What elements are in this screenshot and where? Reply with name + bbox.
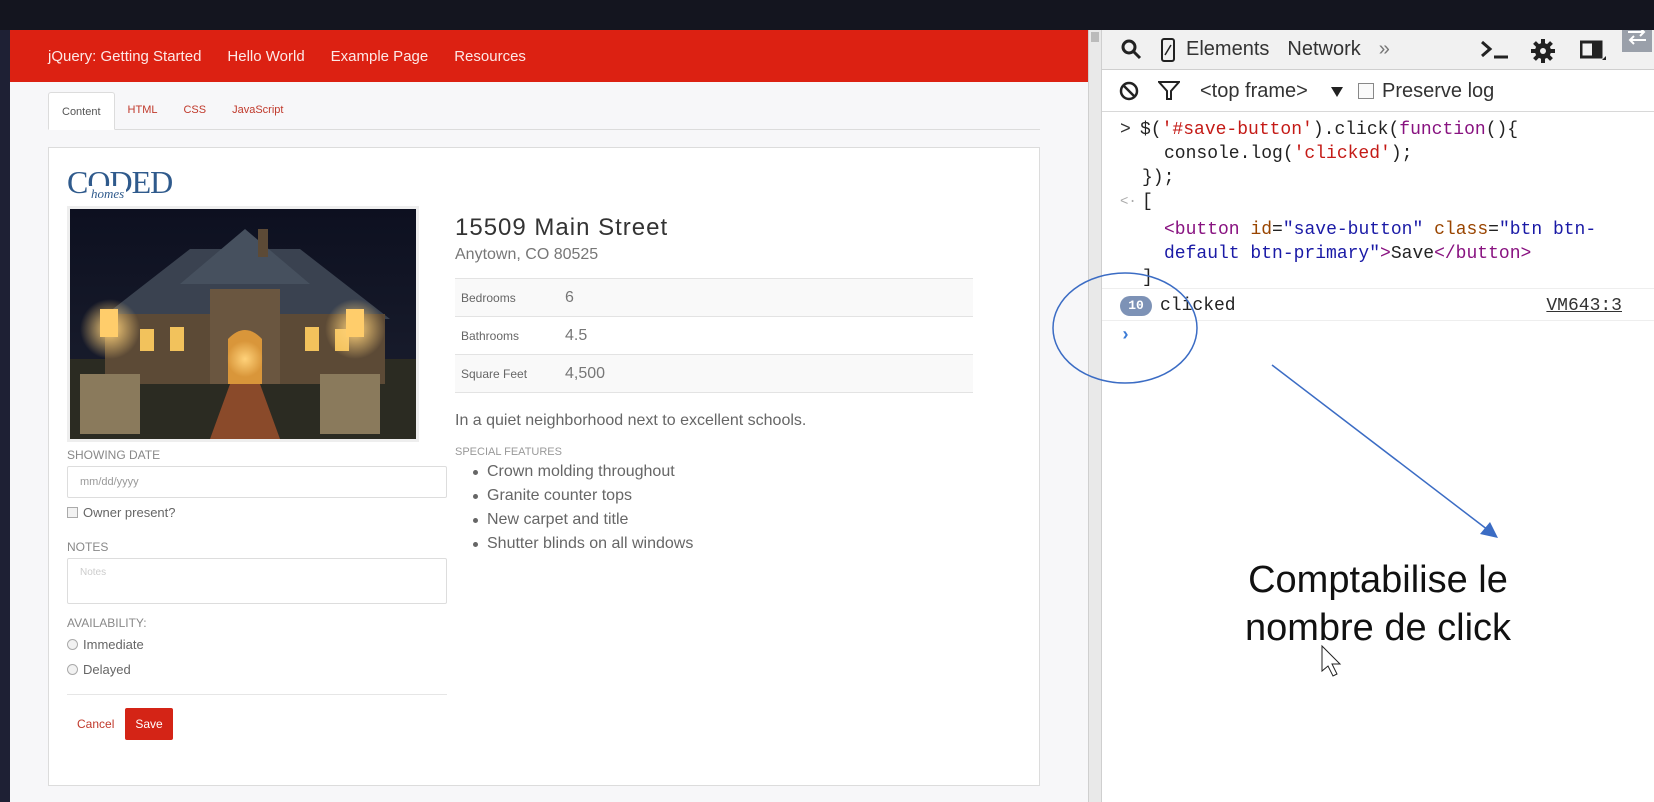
more-tabs-icon[interactable]: » — [1379, 38, 1390, 61]
devtools-toolbar: Elements Network » — [1102, 30, 1654, 70]
console-row-divider — [1102, 320, 1654, 321]
console-drawer-icon[interactable] — [1480, 40, 1510, 60]
content-tabs: Content HTML CSS JavaScript — [48, 92, 1040, 130]
owner-present-label: Owner present? — [83, 505, 176, 520]
notes-label: NOTES — [67, 540, 109, 554]
availability-immediate-radio[interactable]: Immediate — [67, 637, 144, 652]
search-icon[interactable] — [1120, 38, 1142, 60]
coded-homes-logo: CODED homes — [67, 164, 173, 202]
tab-network[interactable]: Network — [1287, 38, 1360, 61]
annotation-caption-line-2: nombre de click — [1244, 607, 1512, 649]
result-open-bracket: [ — [1142, 192, 1153, 212]
console-row-divider — [1102, 288, 1654, 289]
scrollbar-thumb[interactable] — [1091, 32, 1099, 42]
tab-css[interactable]: CSS — [170, 91, 219, 129]
nav-brand-link[interactable]: jQuery: Getting Started — [48, 48, 201, 65]
clear-console-icon[interactable] — [1118, 80, 1140, 102]
owner-present-checkbox[interactable]: Owner present? — [67, 505, 176, 520]
house-photo — [67, 206, 419, 442]
list-item: Granite counter tops — [473, 484, 693, 508]
notes-placeholder: Notes — [80, 567, 107, 578]
street-address: 15509 Main Street — [455, 214, 669, 241]
spec-key: Bedrooms — [461, 290, 516, 305]
spec-value: 4.5 — [565, 326, 588, 344]
annotation-caption-line-1: Comptabilise le — [1248, 559, 1508, 601]
filter-icon[interactable] — [1158, 81, 1180, 101]
notes-textarea[interactable]: Notes — [67, 558, 447, 604]
logo-subtext: homes — [89, 186, 127, 202]
result-arrow-icon: <· — [1120, 194, 1137, 210]
radio-circle[interactable] — [67, 639, 78, 650]
availability-label: AVAILABILITY: — [67, 616, 147, 630]
console-code-line-2: console.log('clicked'); — [1164, 144, 1413, 164]
city-state-zip: Anytown, CO 80525 — [455, 246, 599, 263]
specs-table: Bedrooms 6 Bathrooms 4.5 Square Feet 4,5… — [455, 278, 973, 393]
dock-side-icon[interactable] — [1580, 40, 1606, 62]
special-features-list: Crown molding throughout Granite counter… — [473, 460, 693, 556]
device-mode-icon[interactable] — [1160, 38, 1176, 62]
spec-key: Bathrooms — [461, 328, 520, 343]
form-divider — [67, 694, 447, 695]
repeat-count-badge: 10 — [1120, 296, 1152, 316]
immediate-label: Immediate — [83, 637, 144, 652]
save-button[interactable]: Save — [125, 708, 173, 740]
result-html-line-2[interactable]: default btn-primary">Save</button> — [1164, 244, 1531, 264]
table-row: Square Feet 4,500 — [455, 355, 973, 393]
gear-icon[interactable] — [1530, 38, 1556, 64]
frame-selector[interactable]: <top frame> — [1200, 80, 1308, 103]
web-page: jQuery: Getting Started Hello World Exam… — [10, 30, 1088, 802]
availability-delayed-radio[interactable]: Delayed — [67, 662, 131, 677]
special-features-title: SPECIAL FEATURES — [455, 446, 562, 458]
nav-hello-world-link[interactable]: Hello World — [227, 48, 304, 65]
table-row: Bedrooms 6 — [455, 279, 973, 317]
tab-elements[interactable]: Elements — [1186, 38, 1269, 61]
checkbox-box[interactable] — [67, 507, 78, 518]
list-item: Crown molding throughout — [473, 460, 693, 484]
spec-value: 6 — [565, 288, 574, 306]
devtools-panel: Elements Network » <top frame> Preserve … — [1102, 30, 1654, 802]
preserve-log-label: Preserve log — [1382, 80, 1495, 102]
close-icon[interactable] — [1622, 30, 1652, 52]
showing-date-label: SHOWING DATE — [67, 448, 161, 462]
listing-card: CODED homes SHOWING DATE mm/dd/yyyy Owne… — [48, 147, 1040, 786]
table-row: Bathrooms 4.5 — [455, 317, 973, 355]
log-source-link[interactable]: VM643:3 — [1546, 296, 1622, 316]
result-html-line-1[interactable]: <button id="save-button" class="btn btn- — [1164, 220, 1596, 240]
chevron-down-icon[interactable] — [1330, 86, 1344, 98]
preserve-log-checkbox[interactable] — [1358, 83, 1374, 99]
radio-circle[interactable] — [67, 664, 78, 675]
tab-html[interactable]: HTML — [115, 91, 171, 129]
listing-description: In a quiet neighborhood next to excellen… — [455, 412, 807, 429]
input-prompt-icon: > — [1120, 120, 1131, 140]
window-left-edge — [0, 30, 10, 802]
spec-key: Square Feet — [461, 366, 528, 381]
console-code-line-1: $('#save-button').click(function(){ — [1140, 120, 1519, 140]
log-message: clicked — [1160, 296, 1236, 316]
list-item: New carpet and title — [473, 508, 693, 532]
window-top-bar — [0, 0, 1654, 30]
result-close-bracket: ] — [1142, 268, 1153, 288]
devtools-splitter[interactable] — [1088, 30, 1102, 802]
navbar: jQuery: Getting Started Hello World Exam… — [10, 30, 1088, 82]
listing-address: 15509 Main Street Anytown, CO 80525 — [455, 214, 973, 264]
delayed-label: Delayed — [83, 662, 131, 677]
console-filter-bar: <top frame> Preserve log — [1102, 70, 1654, 112]
tab-content[interactable]: Content — [48, 92, 115, 130]
console-code-line-3: }); — [1142, 168, 1175, 188]
console-prompt-icon[interactable]: › — [1120, 326, 1131, 346]
cancel-button[interactable]: Cancel — [77, 717, 114, 731]
list-item: Shutter blinds on all windows — [473, 532, 693, 556]
nav-example-page-link[interactable]: Example Page — [331, 48, 429, 65]
tab-javascript[interactable]: JavaScript — [219, 91, 296, 129]
showing-date-input[interactable]: mm/dd/yyyy — [67, 466, 447, 498]
nav-resources-link[interactable]: Resources — [454, 48, 526, 65]
spec-value: 4,500 — [565, 364, 606, 382]
